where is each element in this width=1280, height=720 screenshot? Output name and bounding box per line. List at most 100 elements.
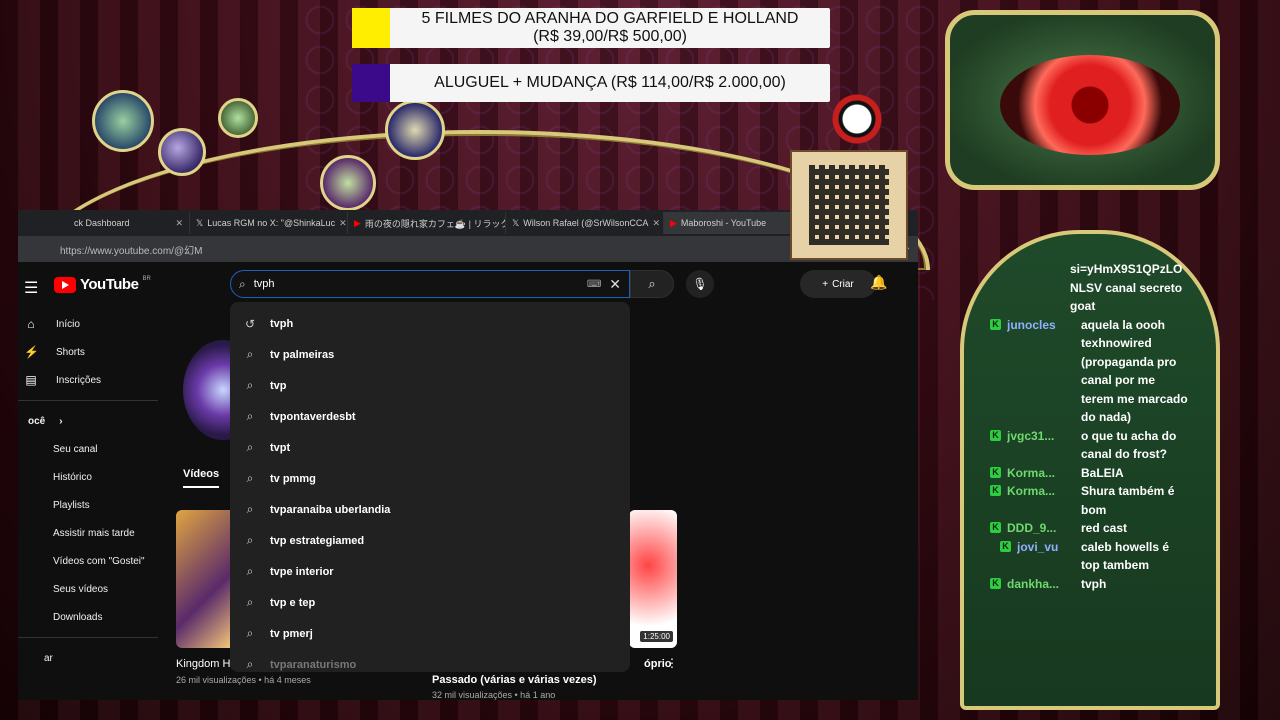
search-icon: ⌕ xyxy=(246,564,254,578)
youtube-play-icon xyxy=(54,276,76,293)
donation-goal-1-bar xyxy=(352,8,390,48)
search-icon: ⌕ xyxy=(246,409,254,423)
suggestion-label: tvpe interior xyxy=(270,565,334,578)
url-text[interactable]: https://www.youtube.com/@幻M xyxy=(60,242,840,257)
suggestion-item[interactable]: ⌕ tvp estrategiamed xyxy=(230,525,630,556)
plus-icon: + xyxy=(822,278,829,290)
mascot-character xyxy=(832,92,882,152)
sidebar-item-liked-videos[interactable]: Vídeos com "Gostei" xyxy=(18,547,168,575)
hamburger-menu-icon[interactable]: ☰ xyxy=(24,278,38,298)
video-meta-2: 32 mil visualizações • há 1 ano xyxy=(432,690,556,700)
donation-goal-2-bar xyxy=(352,64,390,102)
suggestion-item[interactable]: ↺ tvph xyxy=(230,308,630,339)
sidebar-item-playlists[interactable]: Playlists xyxy=(18,491,168,519)
orb-avatar-3 xyxy=(218,98,258,138)
sidebar-item-history[interactable]: Histórico xyxy=(18,463,168,491)
video-duration: 1:25:00 xyxy=(640,631,673,642)
sidebar-item-shorts[interactable]: ⚡ Shorts xyxy=(18,338,168,366)
chat-message-text: o que tu acha do canal do frost? xyxy=(1081,428,1177,462)
suggestion-label: tv pmerj xyxy=(270,627,313,640)
chat-message-text: BaLEIA xyxy=(1081,465,1124,480)
notifications-bell-icon[interactable]: 🔔 xyxy=(870,274,887,291)
suggestion-item[interactable]: ⌕ tvpontaverdesbt xyxy=(230,401,630,432)
video-thumbnail-1[interactable] xyxy=(176,510,236,648)
chat-message-text: caleb howells é top tambem xyxy=(1081,539,1170,573)
qr-code xyxy=(809,165,889,245)
sidebar-section-title: ocê xyxy=(28,415,46,427)
suggestion-label: tvpontaverdesbt xyxy=(270,410,356,423)
chat-username: jvgc31... xyxy=(1007,428,1055,443)
search-icon: ⌕ xyxy=(246,626,254,640)
browser-tab-1[interactable]: ck Dashboard ✕ xyxy=(18,212,190,234)
address-bar[interactable]: https://www.youtube.com/@幻M ⊞ ☆ ⟳ xyxy=(18,236,918,262)
search-icon: ⌕ xyxy=(246,471,254,485)
subscriptions-icon: ▤ xyxy=(25,373,37,387)
tab-videos[interactable]: Vídeos xyxy=(183,468,220,488)
sidebar-item-home[interactable]: ⌂ Início xyxy=(18,310,168,338)
search-icon: ⌕ xyxy=(246,595,254,609)
youtube-icon: ▶ xyxy=(354,217,361,228)
browser-tab-5-label: Maboroshi - YouTube xyxy=(680,218,767,228)
browser-tab-2-label: Lucas RGM no X: "@ShinkaLuc xyxy=(207,218,336,228)
chat-username: junocles xyxy=(1007,317,1056,332)
suggestion-label: tv palmeiras xyxy=(270,348,335,361)
chat-message-text: aquela la oooh texhnowired (propaganda p… xyxy=(1081,317,1188,425)
chat-message: K Korma... BaLEIA xyxy=(990,464,1190,483)
voice-search-button[interactable]: 🎙 xyxy=(686,270,714,298)
search-button[interactable]: ⌕ xyxy=(630,270,674,298)
orb-avatar-1 xyxy=(92,90,154,152)
browser-tab-3[interactable]: ▶ 雨の夜の隠れ家カフェ☕ | リラック ✕ xyxy=(348,212,506,234)
browser-tab-4[interactable]: 𝕏 Wilson Rafael (@SrWilsonCCA ✕ xyxy=(506,212,664,234)
youtube-logo[interactable]: YouTube BR xyxy=(54,276,151,293)
video-thumbnail-2[interactable]: 1:25:00 xyxy=(629,510,677,648)
chat-username: jovi_vu xyxy=(1017,539,1059,554)
keyboard-icon[interactable]: ⌨ xyxy=(587,279,601,290)
search-icon: ⌕ xyxy=(246,378,254,392)
youtube-icon: ▶ xyxy=(670,217,677,228)
clear-search-icon[interactable]: ✕ xyxy=(609,276,621,293)
chat-message: si=yHmX9S1QPzLO NLSV canal secreto goat xyxy=(990,260,1190,316)
sidebar-item-truncated[interactable]: ar xyxy=(18,644,168,672)
donation-goal-1-amount: (R$ 39,00/R$ 500,00) xyxy=(533,28,687,45)
suggestion-item[interactable]: ⌕ tv pmmg xyxy=(230,463,630,494)
search-icon: ⌕ xyxy=(648,276,656,291)
browser-window: ck Dashboard ✕ 𝕏 Lucas RGM no X: "@Shink… xyxy=(18,210,918,700)
browser-tab-3-label: 雨の夜の隠れ家カフェ☕ | リラック xyxy=(364,218,506,229)
video-title-2[interactable]: Passado (várias e várias vezes) xyxy=(432,674,597,686)
search-input[interactable]: ⌕ tvph ⌨ ✕ xyxy=(230,270,630,298)
close-icon[interactable]: ✕ xyxy=(175,218,183,229)
suggestion-label: tvp estrategiamed xyxy=(270,534,365,547)
chat-message: K jvgc31... o que tu acha do canal do fr… xyxy=(990,427,1190,464)
chat-message: K dankha... tvph xyxy=(990,575,1190,594)
close-icon[interactable]: ✕ xyxy=(652,218,660,229)
shorts-icon: ⚡ xyxy=(24,345,39,359)
sidebar-item-your-channel[interactable]: Seu canal xyxy=(18,435,168,463)
suggestion-item[interactable]: ⌕ tvp xyxy=(230,370,630,401)
more-options-icon[interactable]: ⋮ xyxy=(666,656,678,670)
sidebar-section-you[interactable]: ocê › xyxy=(18,407,168,435)
suggestion-label: tvpt xyxy=(270,441,291,454)
video-title-1[interactable]: Kingdom H xyxy=(176,658,230,670)
browser-tab-4-label: Wilson Rafael (@SrWilsonCCA xyxy=(523,218,649,228)
suggestion-item[interactable]: ⌕ tv pmerj xyxy=(230,618,630,649)
suggestion-label: tvp xyxy=(270,379,287,392)
suggestion-item[interactable]: ⌕ tvpe interior xyxy=(230,556,630,587)
browser-tab-2[interactable]: 𝕏 Lucas RGM no X: "@ShinkaLuc ✕ xyxy=(190,212,348,234)
suggestion-item[interactable]: ⌕ tv palmeiras xyxy=(230,339,630,370)
suggestion-item[interactable]: ⌕ tvpt xyxy=(230,432,630,463)
country-code: BR xyxy=(142,275,151,282)
sidebar-item-watch-later[interactable]: Assistir mais tarde xyxy=(18,519,168,547)
kick-badge-icon: K xyxy=(990,429,1001,441)
chat-message-text: tvph xyxy=(1081,576,1107,591)
sidebar-item-downloads[interactable]: Downloads xyxy=(18,603,168,631)
sidebar-item-your-videos[interactable]: Seus vídeos xyxy=(18,575,168,603)
suggestion-item[interactable]: ⌕ tvparanaiba uberlandia xyxy=(230,494,630,525)
x-logo-icon: 𝕏 xyxy=(196,217,204,228)
suggestion-item[interactable]: ⌕ tvparanaturismo xyxy=(230,649,630,672)
search-value[interactable]: tvph xyxy=(254,278,275,290)
sidebar-item-subscriptions[interactable]: ▤ Inscrições xyxy=(18,366,168,394)
sidebar-divider xyxy=(18,400,158,401)
close-icon[interactable]: ✕ xyxy=(339,218,347,229)
create-button[interactable]: + Criar xyxy=(800,270,876,298)
suggestion-item[interactable]: ⌕ tvp e tep xyxy=(230,587,630,618)
